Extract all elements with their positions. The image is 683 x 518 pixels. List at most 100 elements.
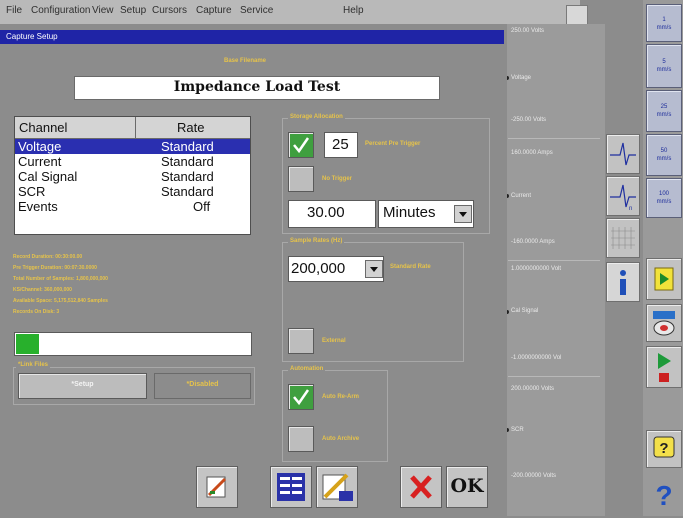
trigger-n-button[interactable]: n (606, 176, 640, 216)
speed-unit: mm/s (656, 25, 672, 31)
channel-name: Voltage (18, 139, 62, 154)
trigger-icon (610, 142, 636, 166)
storage-allocation-label: Storage Allocation (288, 114, 345, 120)
chevron-down-icon[interactable] (365, 260, 383, 278)
graph-panel-current[interactable]: 160.0000 Amps Current -160.0000 Amps (505, 148, 600, 261)
table-row[interactable]: Voltage Standard (15, 139, 250, 154)
speed-unit: mm/s (656, 112, 672, 118)
table-row[interactable]: SCR Standard (15, 184, 250, 199)
setup-button[interactable]: *Setup (18, 373, 147, 399)
base-filename-value: Impedance Load Test (173, 79, 341, 95)
grid-button[interactable] (606, 218, 640, 258)
list-icon (277, 473, 305, 501)
channel-rate: Off (193, 199, 211, 214)
percent-pre-trigger-checkbox[interactable] (288, 132, 314, 158)
graph-panel-voltage[interactable]: 250.00 Volts Voltage -250.00 Volts (505, 26, 600, 139)
clock-icon (653, 311, 675, 336)
info-button[interactable] (606, 262, 640, 302)
menu-file[interactable]: File (6, 5, 22, 16)
graph-name: SCR (511, 427, 524, 433)
speed-25-button[interactable]: 25 mm/s (646, 90, 682, 132)
arrow-right-button[interactable] (646, 258, 682, 300)
chevron-down-icon[interactable] (454, 205, 472, 223)
channel-table: Channel Rate Voltage Standard Current St… (14, 116, 251, 235)
speed-1-button[interactable]: 1 mm/s (646, 4, 682, 42)
table-row[interactable]: Events Off (15, 199, 250, 214)
table-row[interactable]: Cal Signal Standard (15, 169, 250, 184)
pencil-list-button[interactable] (316, 466, 358, 508)
table-row[interactable]: Current Standard (15, 154, 250, 169)
ok-button-label: OK (450, 475, 484, 497)
dialog-titlebar: Capture Setup (0, 30, 504, 44)
ok-button[interactable]: OK (446, 466, 488, 508)
cancel-button[interactable] (400, 466, 442, 508)
help-button[interactable]: ? (646, 430, 682, 468)
record-duration-text: Record Duration: 00:30:00.00 (13, 254, 83, 260)
menu-cursors[interactable]: Cursors (152, 5, 187, 16)
graph-bottom-value: -1.0000000000 Vol (511, 355, 562, 361)
duration-unit-select[interactable]: Minutes (378, 200, 474, 228)
svg-text:?: ? (659, 440, 668, 457)
graph-top-value: 160.0000 Amps (511, 150, 553, 156)
menu-capture[interactable]: Capture (196, 5, 232, 16)
speed-value: 100 (658, 191, 669, 197)
auto-rearm-checkbox[interactable] (288, 384, 314, 410)
edit-icon (206, 476, 227, 498)
play-stop-button[interactable] (646, 346, 682, 388)
base-filename-input[interactable]: Impedance Load Test (74, 76, 440, 100)
speed-100-button[interactable]: 100 mm/s (646, 178, 682, 218)
sample-rate-value: 200,000 (291, 260, 346, 277)
speed-5-button[interactable]: 5 mm/s (646, 44, 682, 88)
column-header-rate[interactable]: Rate (177, 120, 204, 135)
progress-fill (16, 334, 39, 354)
channel-name: Events (18, 199, 58, 214)
edit-button[interactable] (196, 466, 238, 508)
duration-value: 30.00 (307, 204, 345, 221)
no-trigger-label: No Trigger (322, 176, 353, 182)
window-control-button[interactable] (566, 5, 588, 25)
graph-name: Voltage (511, 75, 532, 81)
available-space-text: Available Space: 5,175,512,840 Samples (13, 298, 108, 304)
external-checkbox[interactable] (288, 328, 314, 354)
duration-input[interactable]: 30.00 (288, 200, 376, 228)
grid-icon (611, 227, 635, 249)
graph-panel-scr[interactable]: 200.00000 Volts SCR -200.00000 Volts (505, 384, 600, 494)
channel-name: Cal Signal (18, 169, 78, 184)
standard-rate-label: Standard Rate (390, 264, 431, 270)
graph-name: Current (511, 193, 532, 199)
auto-archive-label: Auto Archive (322, 436, 360, 442)
question-button[interactable]: ? (646, 472, 682, 514)
menu-help[interactable]: Help (343, 5, 364, 16)
speed-value: 1 (662, 17, 666, 23)
help-icon: ? (653, 436, 675, 458)
clock-button[interactable] (646, 304, 682, 342)
link-files-label: *Link Files (16, 362, 51, 368)
duration-unit-value: Minutes (383, 204, 436, 221)
arrow-right-icon (654, 267, 674, 291)
base-filename-label: Base Filename (224, 58, 267, 64)
auto-archive-checkbox[interactable] (288, 426, 314, 452)
automation-label: Automation (288, 366, 326, 372)
graph-top-value: 1.0000000000 Volt (511, 266, 562, 272)
speed-value: 25 (660, 104, 668, 110)
channel-rate: Standard (161, 154, 214, 169)
sample-rate-select[interactable]: 200,000 (288, 256, 384, 282)
trigger-button[interactable] (606, 134, 640, 174)
checkmark-icon (293, 389, 310, 406)
menu-setup[interactable]: Setup (120, 5, 146, 16)
graph-bottom-value: -160.0000 Amps (511, 239, 555, 245)
menu-configuration[interactable]: Configuration (31, 5, 90, 16)
auto-rearm-label: Auto Re-Arm (322, 394, 359, 400)
graph-top-value: 250.00 Volts (511, 28, 545, 34)
pencil-list-icon (322, 473, 353, 501)
menu-service[interactable]: Service (240, 5, 273, 16)
table-header: Channel Rate (15, 117, 250, 139)
menu-view[interactable]: View (92, 5, 114, 16)
column-header-channel[interactable]: Channel (19, 120, 67, 135)
percent-pre-trigger-input[interactable]: 25 (324, 132, 358, 158)
no-trigger-checkbox[interactable] (288, 166, 314, 192)
speed-value: 50 (660, 148, 668, 154)
list-button[interactable] (270, 466, 312, 508)
graph-panel-cal-signal[interactable]: 1.0000000000 Volt Cal Signal -1.00000000… (505, 264, 600, 377)
speed-50-button[interactable]: 50 mm/s (646, 134, 682, 176)
